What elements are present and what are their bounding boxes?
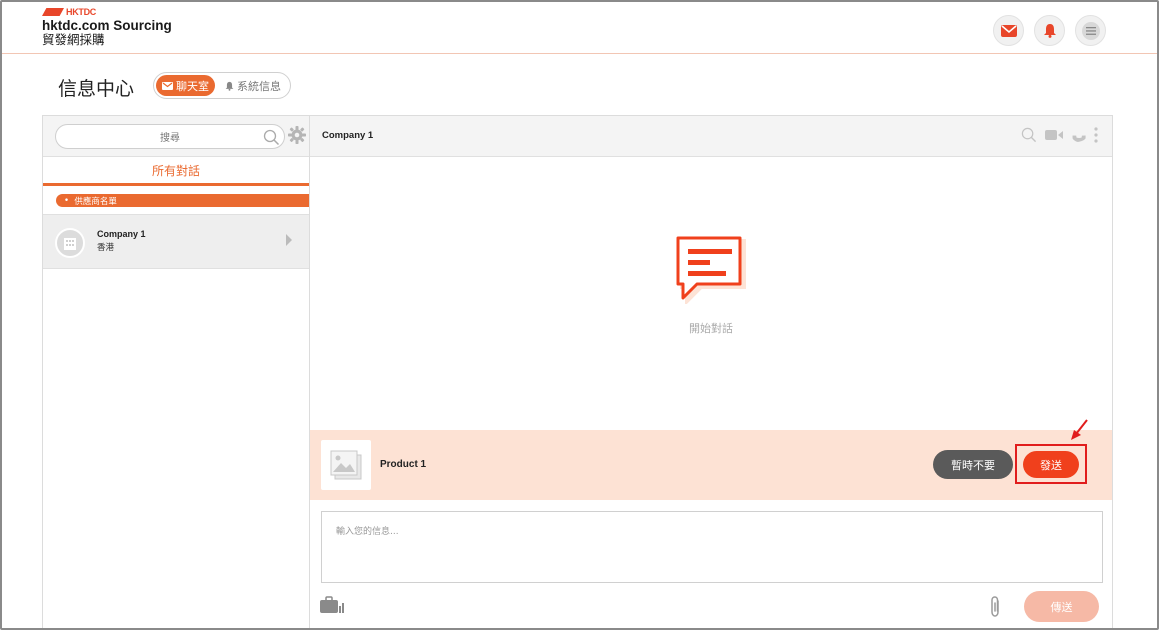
conversation-search-input[interactable]: 搜尋 — [55, 124, 285, 149]
attachment-icon[interactable] — [988, 595, 1002, 619]
message-input-placeholder: 輸入您的信息... — [336, 527, 399, 537]
image-placeholder-icon — [330, 450, 362, 480]
product-thumbnail — [321, 440, 371, 490]
send-product-button[interactable]: 發送 — [1023, 451, 1079, 478]
empty-state-text: 開始對話 — [689, 322, 733, 335]
page-title: 信息中心 — [58, 78, 135, 100]
building-icon — [64, 238, 76, 250]
tab-chat-room-label: 聊天室 — [176, 79, 209, 93]
site-title: hktdc.com Sourcing — [42, 18, 172, 33]
search-placeholder: 搜尋 — [160, 133, 180, 144]
hktdc-logo-mark: HKTDC — [42, 7, 172, 17]
category-label: 供應商名單 — [74, 196, 117, 207]
phone-icon[interactable] — [1071, 128, 1086, 143]
chat-bubble-icon — [676, 236, 746, 304]
chat-header: Company 1 — [310, 116, 1112, 157]
logo-flag-icon — [42, 8, 64, 16]
tab-system-messages-label: 系統信息 — [237, 79, 281, 93]
annotation-arrow-icon — [1071, 419, 1088, 440]
chevron-right-icon — [286, 234, 292, 246]
tab-all-conversations[interactable]: 所有對話 — [43, 158, 309, 186]
tab-chat-room[interactable]: 聊天室 — [156, 75, 215, 96]
category-supplier-list[interactable]: • 供應商名單 — [56, 194, 309, 207]
site-logo[interactable]: HKTDC hktdc.com Sourcing 貿發網採購 — [42, 7, 172, 47]
search-icon[interactable] — [263, 129, 280, 146]
conversation-company-name: Company 1 — [97, 229, 146, 239]
tab-system-messages[interactable]: 系統信息 — [219, 75, 287, 96]
product-name: Product 1 — [380, 459, 427, 470]
conversation-search-bar: 搜尋 — [43, 116, 309, 157]
bell-icon — [1041, 22, 1059, 40]
mail-icon — [162, 81, 173, 90]
mail-icon — [1000, 22, 1018, 40]
bullet-icon: • — [64, 195, 75, 206]
message-center-tabs: 聊天室 系統信息 — [153, 72, 291, 99]
chat-panel: Company 1 開始對話 Product 1 暫時不要 發送 輸入您的信息.… — [309, 115, 1113, 628]
more-vertical-icon[interactable] — [1094, 127, 1098, 143]
message-input[interactable]: 輸入您的信息... — [321, 511, 1103, 583]
menu-icon — [1081, 21, 1100, 40]
company-avatar — [55, 228, 85, 258]
header-mail-button[interactable] — [993, 15, 1024, 46]
gear-icon[interactable] — [288, 126, 306, 144]
bell-icon — [225, 81, 234, 91]
video-call-icon[interactable] — [1045, 129, 1063, 141]
app-window: HKTDC hktdc.com Sourcing 貿發網採購 信息中心 聊天室 — [0, 0, 1159, 630]
header-notification-button[interactable] — [1034, 15, 1065, 46]
conversation-location: 香港 — [97, 243, 115, 253]
not-now-button[interactable]: 暫時不要 — [933, 450, 1013, 479]
site-subtitle: 貿發網採購 — [42, 32, 105, 47]
product-catalog-icon[interactable] — [320, 596, 345, 614]
logo-brand-text: HKTDC — [66, 7, 96, 17]
search-icon[interactable] — [1021, 127, 1037, 143]
product-share-bar: Product 1 暫時不要 發送 — [310, 430, 1112, 500]
top-header: HKTDC hktdc.com Sourcing 貿發網採購 — [2, 2, 1157, 54]
send-message-button[interactable]: 傳送 — [1024, 591, 1099, 622]
chat-title: Company 1 — [322, 130, 374, 141]
composer-toolbar: 傳送 — [310, 586, 1112, 628]
conversation-item[interactable]: Company 1 香港 — [43, 214, 309, 269]
chat-header-actions — [1021, 127, 1098, 143]
header-menu-button[interactable] — [1075, 15, 1106, 46]
conversation-list-panel: 搜尋 所有對話 • 供應商名單 Company 1 香港 — [42, 115, 310, 628]
